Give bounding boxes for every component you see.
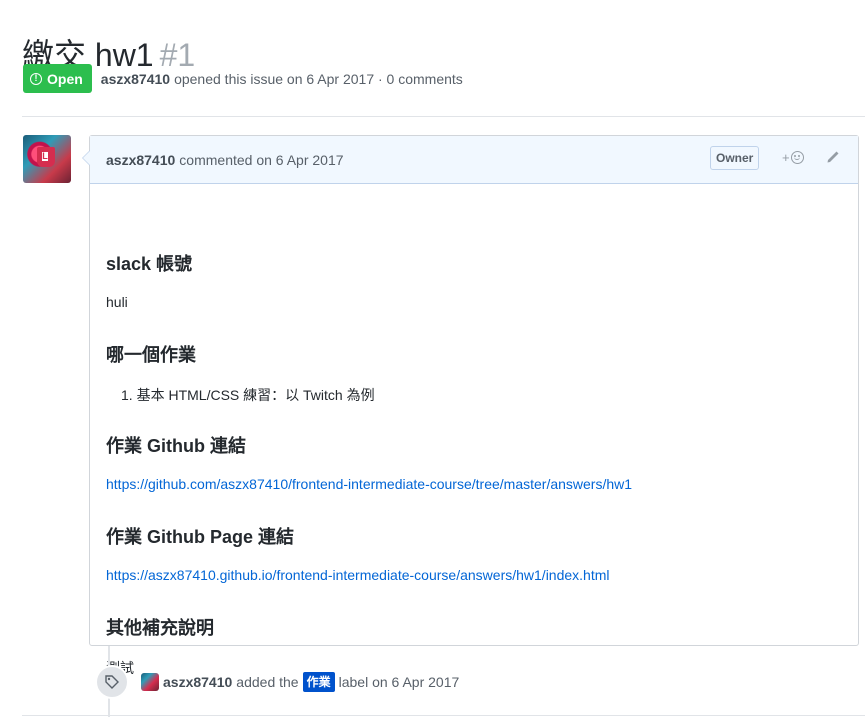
event-avatar[interactable] (141, 673, 159, 691)
heading-other: 其他補充說明 (106, 618, 214, 638)
comment-header: aszx87410 commented on 6 Apr 2017 Owner … (90, 136, 858, 184)
add-reaction-button[interactable]: + (782, 150, 804, 165)
header-divider (22, 116, 865, 117)
label-badge[interactable]: 作業 (302, 672, 335, 692)
list-item-text: 基本 HTML/CSS 練習：以 Twitch 為例 (136, 387, 375, 403)
tag-icon (95, 665, 129, 699)
author-avatar[interactable]: L (23, 135, 71, 183)
bottom-divider (22, 715, 865, 716)
heading-which: 哪一個作業 (106, 345, 196, 365)
event-added-text: added the (236, 674, 299, 690)
issue-opened-text: opened this issue on 6 Apr 2017 · 0 comm… (174, 70, 463, 87)
heading-page: 作業 Github Page 連結 (106, 527, 295, 547)
comment-box: aszx87410 commented on 6 Apr 2017 Owner … (82, 135, 859, 676)
event-author-link[interactable]: aszx87410 (163, 674, 232, 690)
issue-author-link[interactable]: aszx87410 (101, 71, 170, 87)
issue-state-label: Open (47, 70, 83, 87)
slack-value: huli (106, 294, 128, 310)
page-link[interactable]: https://aszx87410.github.io/frontend-int… (106, 567, 610, 583)
comment-timestamp[interactable]: commented on 6 Apr 2017 (179, 152, 343, 168)
event-after-text: label on 6 Apr 2017 (338, 674, 460, 690)
list-item-number: 1. (121, 387, 133, 403)
issue-opened-icon: ! (30, 72, 42, 85)
github-link[interactable]: https://github.com/aszx87410/frontend-in… (106, 476, 632, 492)
pencil-icon[interactable] (825, 149, 841, 165)
issue-state-badge: ! Open (23, 64, 92, 93)
smiley-icon (790, 151, 804, 164)
comment-author-link[interactable]: aszx87410 (106, 152, 175, 168)
heading-github: 作業 Github 連結 (106, 436, 246, 456)
label-event: aszx87410 added the 作業 label on 6 Apr 20… (95, 665, 459, 699)
list-item: 1. 基本 HTML/CSS 練習：以 Twitch 為例 (121, 385, 375, 405)
heading-slack: slack 帳號 (106, 254, 193, 274)
issue-meta: ! Open aszx87410 opened this issue on 6 … (23, 64, 463, 93)
reaction-plus: + (782, 150, 790, 165)
owner-badge: Owner (710, 146, 760, 170)
